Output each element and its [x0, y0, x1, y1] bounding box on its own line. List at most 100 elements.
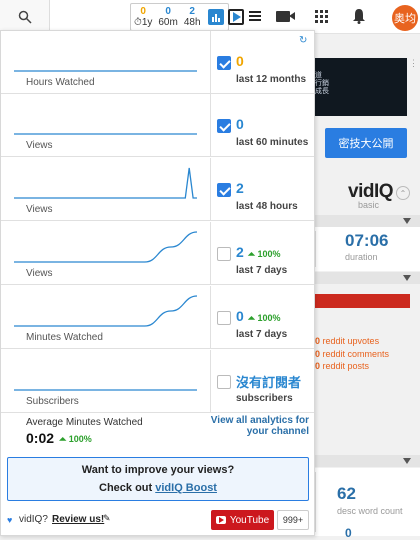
view-all-analytics-link[interactable]: View all analytics for your channel [197, 415, 309, 437]
bell-icon[interactable] [352, 8, 366, 24]
sparkline-line [14, 167, 197, 199]
show-in-bar-checkbox[interactable] [217, 375, 231, 389]
triangle-down-icon [403, 275, 411, 281]
ad-more-icon[interactable]: ⋮ [409, 58, 418, 69]
heart-icon: ♥ [7, 515, 13, 525]
pencil-icon: ✎ [103, 513, 111, 523]
stat-1y-period: ⏱1y [134, 17, 153, 28]
sparkline-chart [14, 389, 197, 391]
sparkline-cell: Subscribers [1, 350, 211, 413]
show-in-bar-checkbox[interactable] [217, 183, 231, 197]
triangle-down-icon [403, 218, 411, 224]
stat-value: 2 [236, 180, 244, 196]
duration-value: 07:06 [345, 231, 389, 250]
show-in-bar-checkbox[interactable] [217, 311, 231, 325]
promo-subline: Check out vidIQ Boost [99, 482, 217, 494]
arrow-up-icon: ⏶ [59, 434, 67, 444]
youtube-button[interactable]: YouTube [211, 510, 274, 530]
stat-row: Subscribers 沒有訂閱者 subscribers [1, 350, 314, 413]
vidiq-tier-label: basic [358, 200, 380, 210]
sparkline-label: Minutes Watched [26, 332, 103, 343]
collapse-chevron-icon[interactable]: ⌃ [396, 186, 410, 200]
sparkline-cell: Hours Watched [1, 31, 211, 94]
show-in-bar-checkbox[interactable] [217, 56, 231, 70]
section-divider[interactable] [315, 272, 420, 284]
youtube-button-label: YouTube [229, 514, 270, 526]
section-divider[interactable] [315, 455, 420, 467]
stat-60m-period: 60m [158, 17, 178, 28]
search-button[interactable] [0, 0, 50, 34]
youtube-play-icon [215, 516, 226, 524]
sparkline-cell: Views [1, 222, 211, 285]
sparkline-cell: Minutes Watched [1, 286, 211, 349]
show-in-bar-checkbox[interactable] [217, 119, 231, 133]
sparkline-line [14, 295, 198, 327]
notification-count-badge[interactable]: 999+ [277, 510, 309, 530]
sparkline-label: Subscribers [26, 396, 79, 407]
ad-cta-button[interactable]: 密技大公開 [325, 128, 407, 158]
ad-banner-image[interactable]: 道 行銷 成長 [315, 58, 407, 116]
menu-icon[interactable] [249, 11, 261, 21]
sparkline-label: Views [26, 204, 53, 215]
sparkline-chart [14, 70, 197, 72]
boost-promo-box[interactable]: Want to improve your views? Check out vi… [7, 457, 309, 501]
arrow-up-icon: ⏶ [247, 313, 258, 323]
stat-row: Views 2 last 48 hours [1, 158, 314, 221]
avg-minutes-delta: ⏶ 100% [59, 434, 92, 444]
promo-headline: Want to improve your views? [81, 464, 235, 476]
red-progress-bar [315, 294, 410, 308]
sparkline-chart [14, 295, 198, 327]
sparkline-label: Hours Watched [26, 77, 95, 88]
stat-delta: ⏶ 100% [247, 313, 281, 323]
sparkline-label: Views [26, 268, 53, 279]
search-icon [18, 10, 32, 24]
stat-48h-value: 2 [189, 6, 195, 17]
stat-1y: 0 ⏱1y [131, 4, 155, 30]
avatar[interactable]: 奥均 [392, 5, 418, 31]
sparkline-line [14, 231, 198, 263]
stat-value: 2 ⏶ 100% [236, 244, 281, 260]
sparkline-cell: Views [1, 94, 211, 157]
vidiq-boost-link[interactable]: vidIQ Boost [155, 482, 217, 494]
stat-period: last 7 days [236, 329, 288, 340]
stat-period: last 7 days [236, 265, 288, 276]
stat-60m: 0 60m [155, 4, 180, 30]
bar-chart-icon [207, 9, 224, 25]
stat-value: 0 ⏶ 100% [236, 308, 281, 324]
vidiq-toggle-icon[interactable] [228, 9, 244, 25]
stat-period: last 60 minutes [236, 137, 309, 148]
video-camera-icon[interactable] [276, 11, 295, 22]
review-us-link[interactable]: Review us! [52, 514, 104, 525]
stat-value: 0 [236, 116, 244, 132]
duration-label: duration [345, 252, 378, 262]
sparkline-label: Views [26, 140, 53, 151]
stat-value: 沒有訂閱者 [236, 375, 302, 390]
triangle-down-icon [403, 458, 411, 464]
average-minutes-section: Average Minutes Watched 0:02 ⏶ 100% View… [1, 413, 314, 453]
section-divider[interactable] [315, 215, 420, 227]
vidiq-stats-widget[interactable]: 0 ⏱1y 0 60m 2 48h [130, 3, 229, 31]
sparkline-cell: Views [1, 158, 211, 221]
arrow-up-icon: ⏶ [247, 249, 258, 259]
apps-grid-icon[interactable] [315, 10, 328, 23]
love-vidiq-text: vidIQ? [19, 514, 48, 525]
background-page: 道 行銷 成長 ⋮ 密技大公開 vidIQ basic ⌃ 07:06 dura… [315, 34, 420, 540]
stat-1y-value: 0 [140, 6, 146, 17]
stat-row: Views 2 ⏶ 100% last 7 days [1, 222, 314, 285]
reddit-posts: 0 reddit posts [315, 361, 370, 371]
show-in-bar-checkbox[interactable] [217, 247, 231, 261]
stat-row: Hours Watched 0 last 12 months [1, 31, 314, 94]
stat-delta: ⏶ 100% [247, 249, 281, 259]
sparkline-chart [14, 231, 198, 263]
reddit-comments: 0 reddit comments [315, 348, 390, 359]
stat-period: subscribers [236, 393, 293, 404]
avg-minutes-label: Average Minutes Watched [26, 417, 143, 428]
popup-bottom-bar: ♥ vidIQ? Review us! ✎ YouTube 999+ [1, 507, 314, 535]
desc-word-count-label: desc word count [337, 506, 403, 516]
stat-60m-value: 0 [165, 6, 171, 17]
sparkline-chart [14, 133, 197, 135]
ad-text: 道 行銷 成長 [315, 72, 329, 95]
sparkline-chart [14, 167, 197, 199]
stat-period: last 12 months [236, 74, 307, 85]
stat-48h-period: 48h [183, 17, 201, 28]
